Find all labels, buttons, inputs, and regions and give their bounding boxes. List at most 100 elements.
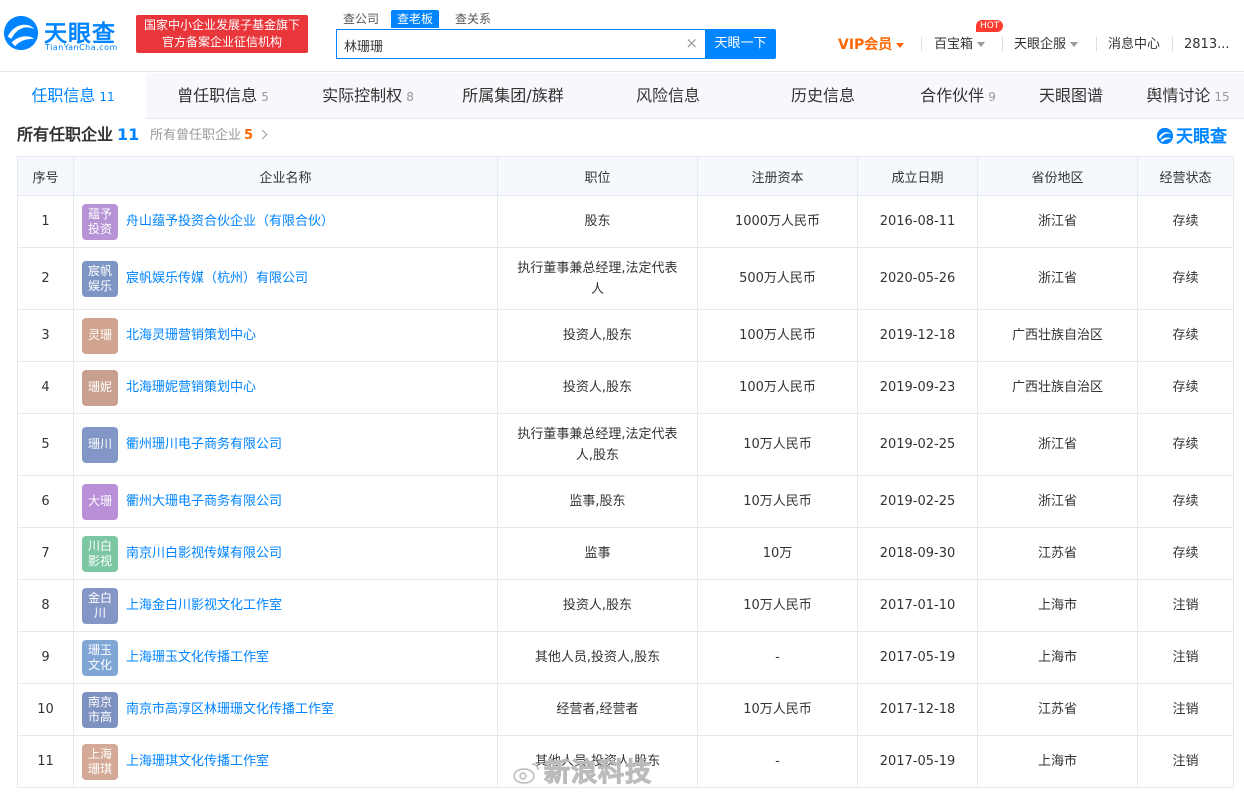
promo-line-1: 国家中小企业发展子基金旗下 xyxy=(143,18,300,32)
company-logo[interactable]: 珊妮 xyxy=(82,369,118,406)
section-title-text: 所有任职企业 xyxy=(17,125,114,144)
company-name-link[interactable]: 南京市高淳区林珊珊文化传播工作室 xyxy=(126,699,334,720)
company-logo[interactable]: 大珊 xyxy=(82,483,118,520)
position-cell: 执行董事兼总经理,法定代表人 xyxy=(497,247,698,310)
user-account-menu[interactable]: 2813... xyxy=(1184,35,1229,55)
region-cell: 上海市 xyxy=(977,735,1138,788)
table-row: 2 宸帆娱乐 宸帆娱乐传媒（杭州）有限公司 执行董事兼总经理,法定代表人 500万人民币… xyxy=(17,247,1234,310)
status-cell: 存续 xyxy=(1137,475,1234,528)
search-input-value: 林珊珊 xyxy=(344,40,384,55)
date-cell: 2017-05-19 xyxy=(857,735,978,788)
row-index: 10 xyxy=(17,683,74,736)
site-logo[interactable]: 天眼查 TianYanCha.com xyxy=(2,10,130,56)
company-name-link[interactable]: 衢州大珊电子商务有限公司 xyxy=(126,491,282,512)
tab-former-positions[interactable]: 曾任职信息 5 xyxy=(146,73,300,119)
capital-cell: 10万人民币 xyxy=(697,683,858,736)
status-cell: 存续 xyxy=(1137,195,1234,248)
chevron-down-icon xyxy=(896,43,905,48)
search-tab-relation[interactable]: 查关系 xyxy=(449,10,497,28)
company-logo[interactable]: 珊川 xyxy=(82,426,118,463)
company-logo[interactable]: 珊玉文化 xyxy=(82,639,118,676)
baibaoxiang-menu[interactable]: 百宝箱 xyxy=(934,35,986,55)
message-center-link[interactable]: 消息中心 xyxy=(1108,35,1160,55)
capital-cell: - xyxy=(697,631,858,684)
company-logo[interactable]: 蕴予投资 xyxy=(82,203,118,240)
status-cell: 存续 xyxy=(1137,247,1234,310)
tab-history[interactable]: 历史信息 xyxy=(746,73,900,119)
company-logo[interactable]: 灵珊 xyxy=(82,317,118,354)
company-name-link[interactable]: 衢州珊川电子商务有限公司 xyxy=(126,434,282,455)
logo-subtext: TianYanCha.com xyxy=(45,43,118,52)
hot-badge: HOT xyxy=(976,20,1004,32)
top-header: 天眼查 TianYanCha.com 国家中小企业发展子基金旗下 官方备案企业征… xyxy=(0,0,1244,72)
region-cell: 浙江省 xyxy=(977,413,1138,476)
company-name-link[interactable]: 北海灵珊营销策划中心 xyxy=(126,325,256,346)
qiye-service-label: 天眼企服 xyxy=(1014,37,1067,52)
tab-label: 任职信息 xyxy=(31,86,96,105)
position-cell: 投资人,股东 xyxy=(497,579,698,632)
weibo-icon xyxy=(513,763,539,784)
table-row: 7 川白影视 南京川白影视传媒有限公司 监事 10万 2018-09-30 江苏省 存续 xyxy=(17,527,1234,580)
company-name-link[interactable]: 上海珊琪文化传播工作室 xyxy=(126,751,269,772)
date-cell: 2016-08-11 xyxy=(857,195,978,248)
tab-partners[interactable]: 合作伙伴 9 xyxy=(900,73,1016,119)
status-cell: 注销 xyxy=(1137,735,1234,788)
promo-banner[interactable]: 国家中小企业发展子基金旗下 官方备案企业征信机构 xyxy=(136,15,308,53)
position-cell: 投资人,股东 xyxy=(497,309,698,362)
tab-label: 合作伙伴 xyxy=(920,86,985,105)
search-tab-boss[interactable]: 查老板 xyxy=(391,10,440,28)
row-index: 7 xyxy=(17,527,74,580)
tab-group[interactable]: 所属集团/族群 xyxy=(436,73,590,119)
header-status: 经营状态 xyxy=(1137,156,1234,196)
nav-divider xyxy=(1096,37,1097,51)
clear-icon[interactable]: × xyxy=(685,34,698,52)
status-cell: 注销 xyxy=(1137,683,1234,736)
company-name-link[interactable]: 南京川白影视传媒有限公司 xyxy=(126,543,282,564)
company-name-link[interactable]: 上海珊玉文化传播工作室 xyxy=(126,647,269,668)
search-tab-company[interactable]: 查公司 xyxy=(337,10,385,28)
tab-graph[interactable]: 天眼图谱 xyxy=(1016,73,1126,119)
table-row: 5 珊川 衢州珊川电子商务有限公司 执行董事兼总经理,法定代表人,股东 10万人民币 20… xyxy=(17,413,1234,476)
table-row: 1 蕴予投资 舟山蕴予投资合伙企业（有限合伙） 股东 1000万人民币 2016-08-1… xyxy=(17,195,1234,248)
region-cell: 浙江省 xyxy=(977,195,1138,248)
company-logo[interactable]: 上海珊琪 xyxy=(82,743,118,780)
former-companies-count: 5 xyxy=(244,128,254,143)
tab-actual-control[interactable]: 实际控制权 8 xyxy=(300,73,436,119)
company-name-link[interactable]: 宸帆娱乐传媒（杭州）有限公司 xyxy=(126,268,308,289)
company-cell: 珊妮 北海珊妮营销策划中心 xyxy=(73,361,498,414)
company-name-link[interactable]: 北海珊妮营销策划中心 xyxy=(126,377,256,398)
company-cell: 宸帆娱乐 宸帆娱乐传媒（杭州）有限公司 xyxy=(73,247,498,310)
header-position: 职位 xyxy=(497,156,698,196)
row-index: 3 xyxy=(17,309,74,362)
brand-text: 天眼查 xyxy=(1176,127,1227,147)
company-name-link[interactable]: 舟山蕴予投资合伙企业（有限合伙） xyxy=(126,211,334,232)
company-logo[interactable]: 川白影视 xyxy=(82,535,118,572)
search-button[interactable]: 天眼一下 xyxy=(705,29,776,59)
tab-risk[interactable]: 风险信息 xyxy=(590,73,746,119)
header-capital: 注册资本 xyxy=(697,156,858,196)
section-title-count: 11 xyxy=(117,125,140,144)
tab-current-positions[interactable]: 任职信息 11 xyxy=(0,73,146,119)
row-index: 1 xyxy=(17,195,74,248)
date-cell: 2017-01-10 xyxy=(857,579,978,632)
section-title: 所有任职企业 11 xyxy=(17,121,139,145)
watermark-text: 新浪科技 xyxy=(543,758,653,789)
company-name-link[interactable]: 上海金白川影视文化工作室 xyxy=(126,595,282,616)
company-logo[interactable]: 南京市高 xyxy=(82,691,118,728)
tab-label: 历史信息 xyxy=(790,86,855,105)
vip-menu[interactable]: VIP会员 xyxy=(838,35,905,55)
chevron-down-icon xyxy=(977,42,986,47)
header-company: 企业名称 xyxy=(73,156,498,196)
former-companies-link[interactable]: 所有曾任职企业 5 xyxy=(150,124,268,143)
company-cell: 灵珊 北海灵珊营销策划中心 xyxy=(73,309,498,362)
qiye-service-menu[interactable]: 天眼企服 xyxy=(1014,35,1079,55)
tab-label: 风险信息 xyxy=(635,86,700,105)
search-input[interactable]: 林珊珊 × xyxy=(336,29,706,59)
company-logo[interactable]: 宸帆娱乐 xyxy=(82,260,118,297)
capital-cell: 10万人民币 xyxy=(697,475,858,528)
region-cell: 浙江省 xyxy=(977,247,1138,310)
table-row: 8 金白川 上海金白川影视文化工作室 投资人,股东 10万人民币 2017-01-10 上海… xyxy=(17,579,1234,632)
company-logo[interactable]: 金白川 xyxy=(82,587,118,624)
tab-discussion[interactable]: 舆情讨论 15 xyxy=(1132,73,1244,119)
region-cell: 江苏省 xyxy=(977,683,1138,736)
